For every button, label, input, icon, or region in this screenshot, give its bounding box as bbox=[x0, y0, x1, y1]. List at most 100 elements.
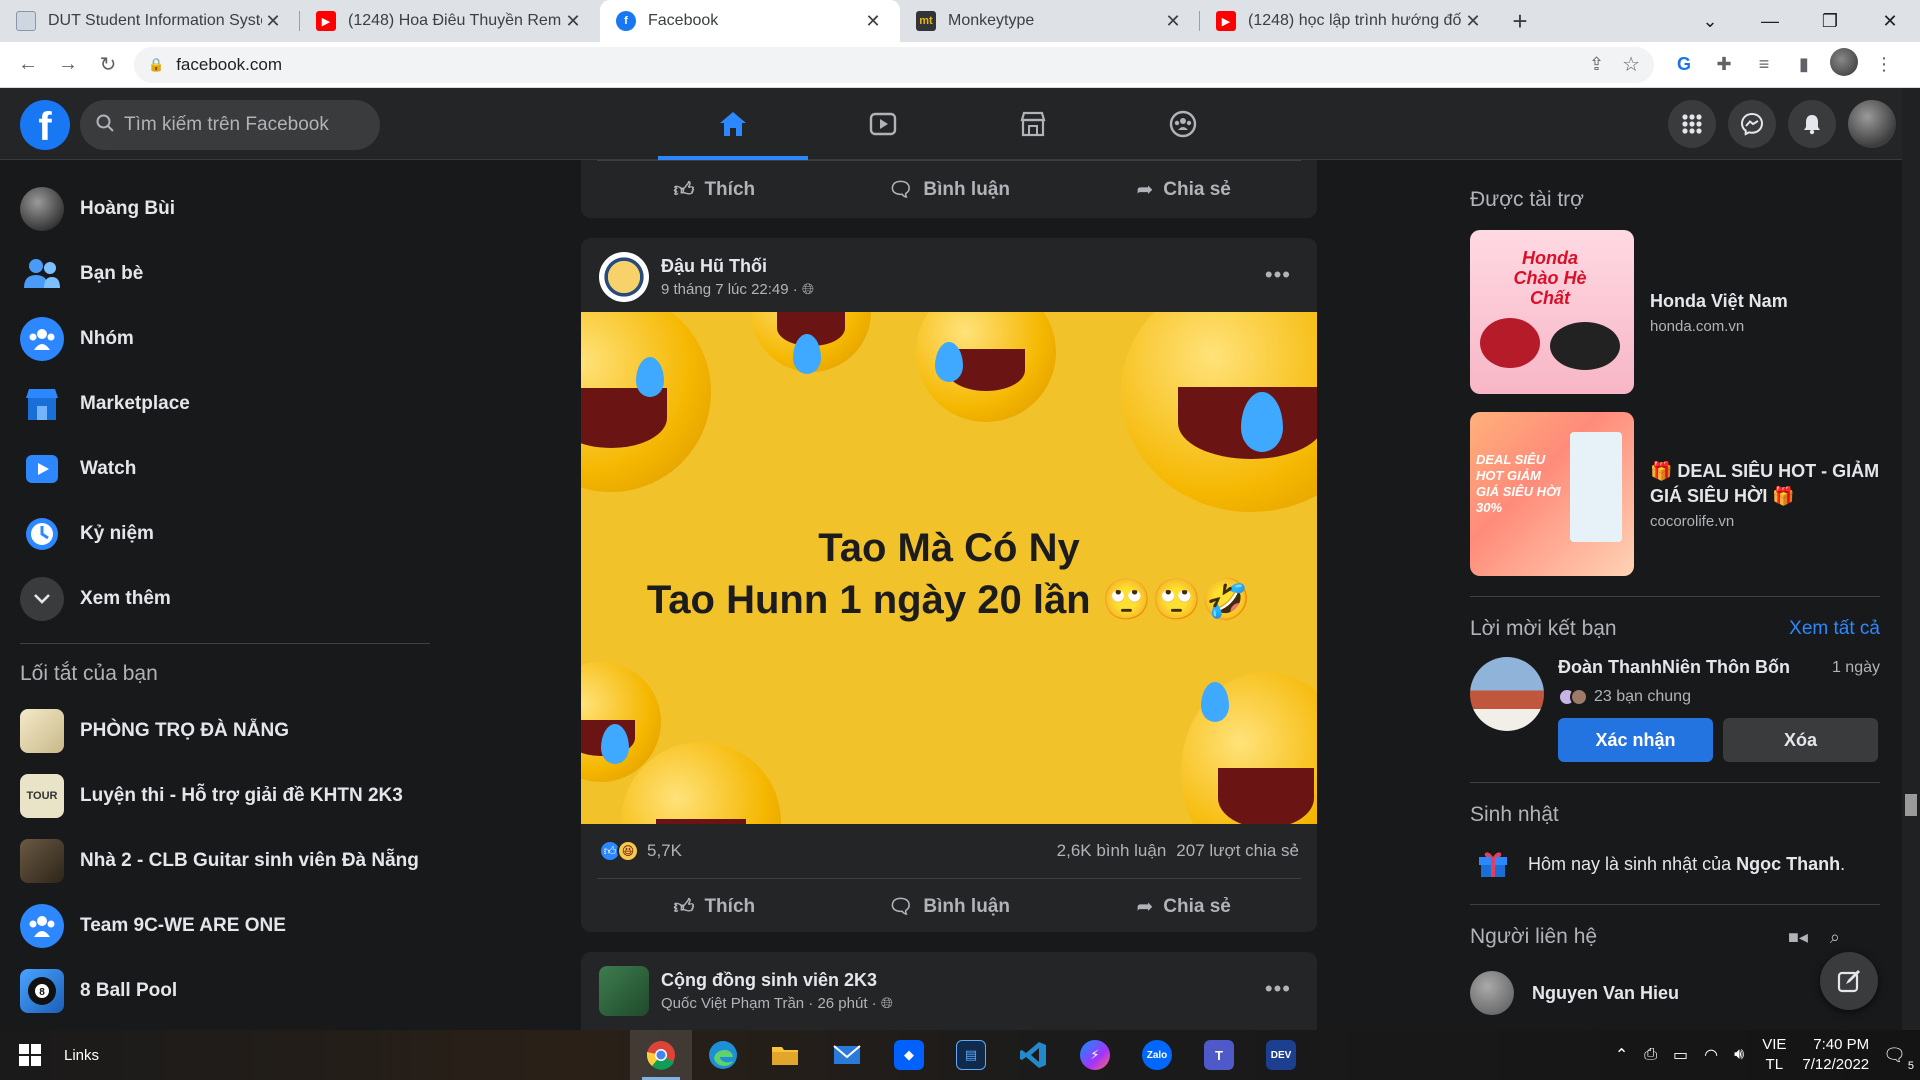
browser-tab[interactable]: ▶ (1248) học lập trình hướng đối tư ✕ bbox=[1200, 0, 1500, 42]
start-button[interactable] bbox=[0, 1030, 60, 1080]
tab-watch[interactable] bbox=[808, 88, 958, 160]
account-avatar[interactable] bbox=[1848, 100, 1896, 148]
clock[interactable]: 7:40 PM 7/12/2022 bbox=[1802, 1035, 1869, 1075]
notifications-bell-icon[interactable] bbox=[1788, 100, 1836, 148]
post-image[interactable]: Tao Mà Có Ny Tao Hunn 1 ngày 20 lần 🙄🙄🤣 bbox=[581, 312, 1317, 824]
menu-icon[interactable]: ⋮ bbox=[1864, 54, 1904, 75]
devcpp-icon[interactable]: DEV bbox=[1250, 1030, 1312, 1080]
dropbox-icon[interactable]: ◆ bbox=[878, 1030, 940, 1080]
teams-icon[interactable]: T bbox=[1188, 1030, 1250, 1080]
media-icon[interactable]: ≡ bbox=[1744, 54, 1784, 75]
menu-grid-icon[interactable] bbox=[1668, 100, 1716, 148]
share-count[interactable]: 207 lượt chia sẻ bbox=[1176, 841, 1299, 861]
browser-tab[interactable]: ▶ (1248) Hoa Điêu Thuyền Remix - ✕ bbox=[300, 0, 600, 42]
new-message-button[interactable] bbox=[1820, 952, 1878, 1010]
sidebar-item-marketplace[interactable]: Marketplace bbox=[20, 371, 420, 436]
birthday-item[interactable]: Hôm nay là sinh nhật của Ngọc Thanh. bbox=[1470, 845, 1880, 884]
contact-item[interactable]: Nguyen Van Hieu bbox=[1470, 971, 1880, 1015]
sidebar-item-friends[interactable]: Bạn bè bbox=[20, 241, 420, 306]
post-author[interactable]: Đậu Hũ Thối bbox=[661, 256, 814, 277]
delete-button[interactable]: Xóa bbox=[1723, 718, 1878, 762]
sponsored-ad[interactable]: Honda Chào Hè Chất Honda Việt Nam honda.… bbox=[1470, 230, 1880, 394]
close-icon[interactable]: ✕ bbox=[262, 11, 284, 32]
sidebar-item-see-more[interactable]: Xem thêm bbox=[20, 566, 420, 631]
close-icon[interactable]: ✕ bbox=[1162, 11, 1184, 32]
search-icon[interactable]: ⌕ bbox=[1830, 927, 1840, 948]
reaction-count[interactable]: 5,7K bbox=[647, 841, 682, 861]
facebook-logo-icon[interactable]: f bbox=[20, 100, 70, 150]
new-tab-button[interactable]: + bbox=[1500, 0, 1540, 42]
tab-marketplace[interactable] bbox=[958, 88, 1108, 160]
video-call-icon[interactable]: ■◂ bbox=[1788, 927, 1808, 948]
close-icon[interactable]: ✕ bbox=[862, 11, 884, 32]
minimize-button[interactable]: — bbox=[1740, 0, 1800, 42]
sidepanel-icon[interactable]: ▮ bbox=[1784, 54, 1824, 75]
shortcut-item[interactable]: TOUR Luyện thi - Hỗ trợ giải đề KHTN 2K3 bbox=[20, 763, 420, 828]
sidebar-item-memories[interactable]: Kỷ niệm bbox=[20, 501, 420, 566]
birthday-name[interactable]: Ngọc Thanh bbox=[1736, 854, 1840, 874]
messenger-icon[interactable] bbox=[1728, 100, 1776, 148]
friend-request-avatar[interactable] bbox=[1470, 657, 1544, 731]
comment-button[interactable]: 🗨︎ Bình luận bbox=[832, 161, 1067, 218]
scrollbar-thumb[interactable] bbox=[1905, 794, 1917, 816]
sponsored-ad[interactable]: DEAL SIÊU HOT GIẢM GIÁ SIÊU HỜI 30% 🎁 DE… bbox=[1470, 412, 1880, 576]
input-language[interactable]: VIE TL bbox=[1762, 1035, 1786, 1075]
back-icon[interactable]: ← bbox=[8, 45, 48, 85]
volume-icon[interactable]: 🔊︎ bbox=[1734, 1046, 1744, 1064]
more-options-icon[interactable]: ••• bbox=[1265, 262, 1291, 288]
edge-icon[interactable] bbox=[692, 1030, 754, 1080]
mail-icon[interactable] bbox=[816, 1030, 878, 1080]
tab-groups[interactable] bbox=[1108, 88, 1258, 160]
shortcut-item[interactable]: PHÒNG TRỌ ĐÀ NẴNG bbox=[20, 698, 420, 763]
share-button[interactable]: ➦ Chia sẻ bbox=[1066, 879, 1301, 932]
links-toolbar[interactable]: Links bbox=[64, 1047, 99, 1064]
notifications-icon[interactable]: 🗨︎ 5 bbox=[1883, 1045, 1914, 1072]
messenger-icon[interactable]: ⚡ bbox=[1064, 1030, 1126, 1080]
friend-request-name[interactable]: Đoàn ThanhNiên Thôn Bốn bbox=[1558, 657, 1790, 678]
comment-button[interactable]: 🗨︎ Bình luận bbox=[832, 879, 1067, 932]
search-input[interactable]: Tìm kiếm trên Facebook bbox=[80, 100, 380, 150]
file-explorer-icon[interactable] bbox=[754, 1030, 816, 1080]
confirm-button[interactable]: Xác nhận bbox=[1558, 718, 1713, 762]
zalo-icon[interactable]: Zalo bbox=[1126, 1030, 1188, 1080]
tab-home[interactable] bbox=[658, 88, 808, 160]
like-button[interactable]: 👍︎ Thích bbox=[597, 161, 832, 218]
reaction-icons[interactable]: 👍︎ 😆︎ bbox=[599, 840, 639, 862]
share-button[interactable]: ➦ Chia sẻ bbox=[1066, 161, 1301, 218]
usb-icon[interactable]: ⎙ bbox=[1644, 1046, 1657, 1064]
bookmark-star-icon[interactable]: ☆ bbox=[1622, 52, 1640, 77]
tab-search-icon[interactable]: ⌄ bbox=[1680, 0, 1740, 42]
ad-image[interactable]: Honda Chào Hè Chất bbox=[1470, 230, 1634, 394]
translate-icon[interactable]: G bbox=[1664, 54, 1704, 75]
sidebar-item-watch[interactable]: Watch bbox=[20, 436, 420, 501]
shortcut-item[interactable]: Team 9C-WE ARE ONE bbox=[20, 893, 420, 958]
battery-icon[interactable]: ▭ bbox=[1673, 1045, 1688, 1065]
browser-tab[interactable]: DUT Student Information System ✕ bbox=[0, 0, 300, 42]
forward-icon[interactable]: → bbox=[48, 45, 88, 85]
post-timestamp[interactable]: 9 tháng 7 lúc 22:49 · 🌐︎ bbox=[661, 281, 814, 298]
lock-icon[interactable]: 🔒 bbox=[148, 57, 164, 73]
close-icon[interactable]: ✕ bbox=[1462, 11, 1484, 32]
url-input[interactable]: 🔒 facebook.com ⇪ ☆ bbox=[134, 46, 1654, 83]
app-icon[interactable]: ▤ bbox=[940, 1030, 1002, 1080]
more-options-icon[interactable]: ••• bbox=[1265, 976, 1291, 1002]
page-avatar[interactable] bbox=[599, 252, 649, 302]
shortcut-item[interactable]: Nhà 2 - CLB Guitar sinh viên Đà Nẵng bbox=[20, 828, 420, 893]
comment-count[interactable]: 2,6K bình luận bbox=[1057, 841, 1167, 861]
sidebar-item-profile[interactable]: Hoàng Bùi bbox=[20, 176, 420, 241]
close-window-button[interactable]: ✕ bbox=[1860, 0, 1920, 42]
chrome-icon[interactable] bbox=[630, 1030, 692, 1080]
share-icon[interactable]: ⇪ bbox=[1589, 54, 1604, 75]
close-icon[interactable]: ✕ bbox=[562, 11, 584, 32]
wifi-icon[interactable]: ◠ bbox=[1704, 1045, 1718, 1065]
page-scrollbar[interactable] bbox=[1902, 88, 1920, 1030]
shortcut-item[interactable]: 8 8 Ball Pool bbox=[20, 958, 420, 1023]
maximize-button[interactable]: ❐ bbox=[1800, 0, 1860, 42]
extensions-icon[interactable]: ✚ bbox=[1704, 54, 1744, 75]
profile-avatar[interactable] bbox=[1824, 48, 1864, 81]
like-button[interactable]: 👍︎ Thích bbox=[597, 879, 832, 932]
chevron-up-icon[interactable]: ⌃ bbox=[1615, 1045, 1628, 1065]
sidebar-item-groups[interactable]: Nhóm bbox=[20, 306, 420, 371]
group-avatar[interactable] bbox=[599, 966, 649, 1016]
reload-icon[interactable]: ↻ bbox=[88, 45, 128, 85]
